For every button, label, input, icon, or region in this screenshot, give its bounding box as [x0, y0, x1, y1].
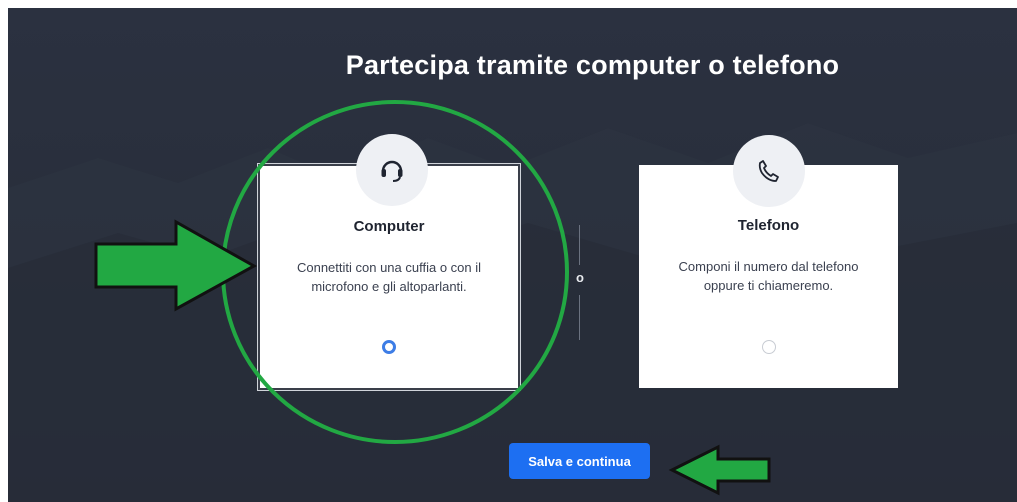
computer-radio[interactable] — [382, 340, 396, 354]
phone-icon — [758, 160, 779, 182]
phone-icon-badge — [733, 135, 805, 207]
or-separator: o — [576, 270, 584, 285]
page-title: Partecipa tramite computer o telefono — [345, 50, 840, 80]
computer-option-title: Computer — [353, 218, 425, 235]
computer-option-description: Connettiti con una cuffia o con il micro… — [296, 260, 482, 294]
divider-top — [579, 225, 580, 265]
phone-radio[interactable] — [762, 340, 776, 354]
phone-option-description: Componi il numero dal telefono oppure ti… — [678, 259, 859, 293]
headset-icon — [381, 160, 403, 182]
headset-icon-badge — [356, 134, 428, 206]
save-and-continue-button[interactable]: Salva e continua — [509, 443, 650, 479]
divider-bottom — [579, 295, 580, 340]
phone-option-title: Telefono — [737, 217, 800, 234]
